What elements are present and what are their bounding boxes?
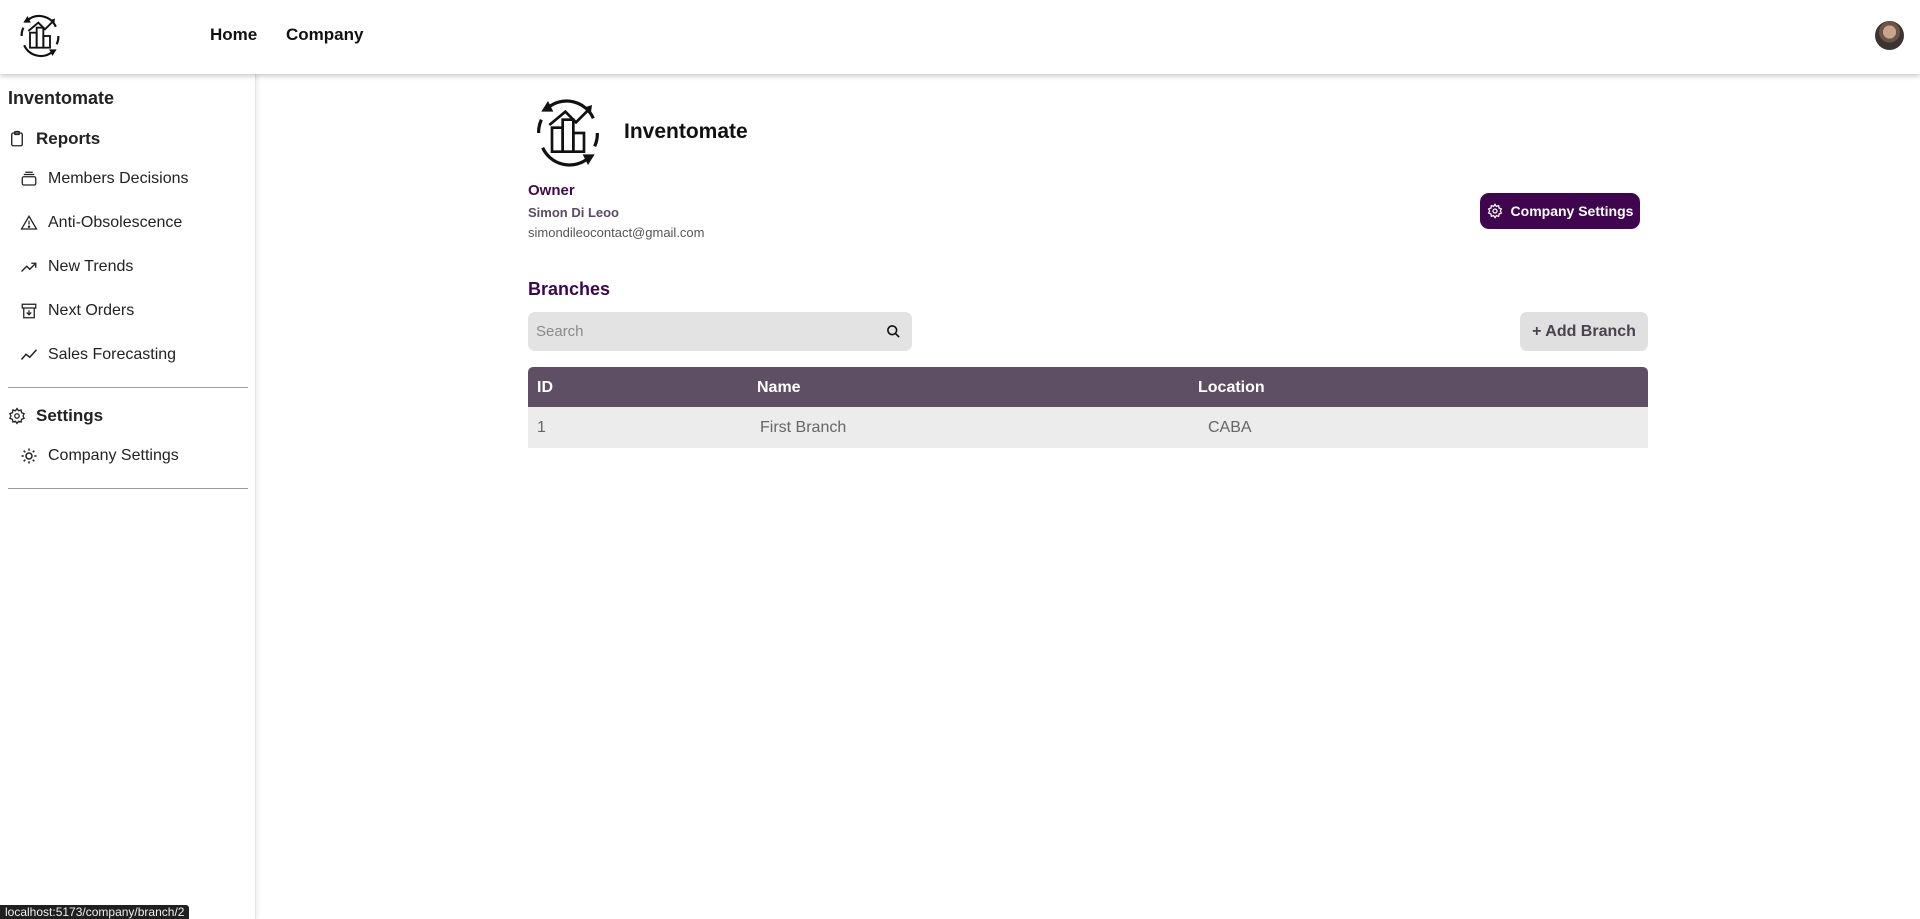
owner-name: Simon Di Leoo [528, 205, 619, 220]
sidebar-item-label: Sales Forecasting [48, 346, 177, 363]
sidebar-section-settings: Settings [8, 404, 103, 428]
stack-icon [21, 171, 37, 186]
column-header-id[interactable]: ID [537, 379, 553, 397]
company-settings-button[interactable]: Company Settings [1480, 193, 1640, 229]
gear-icon [1487, 203, 1502, 219]
sidebar-item-next-orders[interactable]: Next Orders [20, 299, 134, 323]
company-name: Inventomate [624, 120, 748, 143]
sidebar-item-label: Next Orders [48, 302, 135, 319]
gear-icon [9, 407, 25, 425]
sidebar-item-label: Company Settings [48, 447, 179, 464]
sidebar-divider [8, 387, 248, 388]
sidebar-section-label: Reports [36, 129, 101, 148]
inventomate-logo-icon[interactable] [15, 11, 65, 61]
branch-id-cell: 1 [537, 419, 546, 436]
sidebar: Inventomate Reports Members Decisions An… [0, 74, 256, 919]
sidebar-item-label: New Trends [48, 258, 134, 275]
column-header-name[interactable]: Name [757, 379, 801, 397]
add-branch-button[interactable]: + Add Branch [1520, 312, 1648, 351]
sidebar-item-company-settings[interactable]: Company Settings [20, 444, 179, 468]
branch-name-cell: First Branch [760, 419, 847, 436]
branch-search-box [528, 312, 912, 351]
branch-search-input[interactable] [536, 312, 876, 351]
table-row[interactable]: 1 First Branch CABA [528, 407, 1648, 448]
branches-title: Branches [528, 279, 611, 299]
owner-label: Owner [528, 182, 575, 199]
branches-table: ID Name Location 1 First Branch CABA [528, 367, 1648, 448]
trending-up-icon [21, 262, 37, 272]
status-bar-url: localhost:5173/company/branch/2 [0, 905, 190, 919]
warning-icon [20, 214, 38, 230]
sidebar-item-label: Anti-Obsolescence [48, 214, 183, 231]
cog-icon [21, 448, 37, 464]
clipboard-icon [11, 130, 23, 147]
company-settings-button-label: Company Settings [1510, 203, 1634, 219]
search-icon[interactable] [886, 324, 901, 339]
sidebar-item-anti-obsolescence[interactable]: Anti-Obsolescence [20, 211, 182, 235]
table-header-row: ID Name Location [528, 367, 1648, 407]
column-header-location[interactable]: Location [1198, 379, 1265, 397]
sidebar-section-reports: Reports [8, 127, 100, 151]
top-navbar: Home Company [0, 0, 1920, 74]
branch-location-cell: CABA [1208, 419, 1252, 436]
sidebar-section-label: Settings [36, 406, 104, 425]
sidebar-brand: Inventomate [8, 88, 115, 108]
sidebar-item-new-trends[interactable]: New Trends [20, 255, 133, 279]
archive-download-icon [21, 303, 37, 319]
user-avatar[interactable] [1875, 21, 1904, 50]
sidebar-item-label: Members Decisions [48, 170, 189, 187]
nav-company-link[interactable]: Company [286, 25, 363, 45]
nav-home-link[interactable]: Home [210, 25, 257, 45]
sidebar-item-sales-forecasting[interactable]: Sales Forecasting [20, 343, 176, 367]
owner-email: simondileocontact@gmail.com [528, 225, 705, 240]
chart-line-icon [20, 349, 38, 360]
sidebar-divider [8, 488, 248, 489]
sidebar-item-members-decisions[interactable]: Members Decisions [20, 167, 188, 191]
company-logo-icon [537, 99, 599, 167]
